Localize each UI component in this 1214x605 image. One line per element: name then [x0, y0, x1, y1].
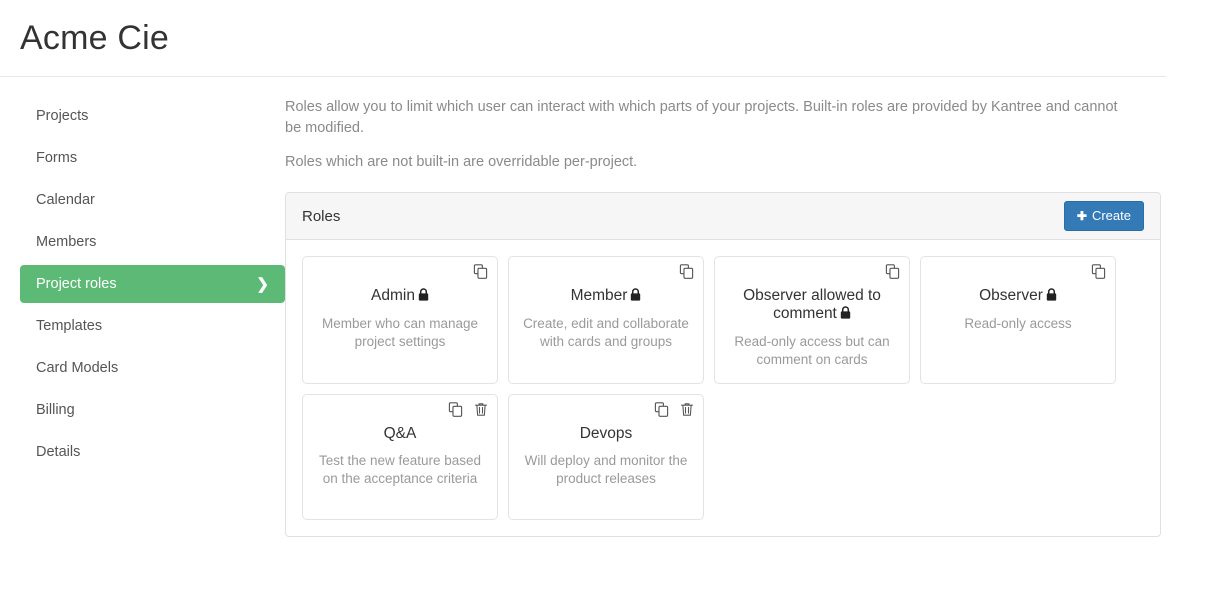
lock-icon	[630, 288, 641, 306]
roles-panel: Roles ✚ Create Admin Member who can manag…	[285, 192, 1161, 537]
role-card-description: Read-only access but can comment on card…	[734, 334, 890, 367]
plus-icon: ✚	[1076, 209, 1087, 223]
sidebar-item-label: Card Models	[36, 359, 119, 376]
lock-icon	[418, 288, 429, 306]
role-card-actions	[679, 264, 694, 279]
sidebar-item-label: Forms	[36, 149, 78, 166]
role-card-title: Observer	[935, 287, 1101, 306]
role-card[interactable]: Observer Read-only access	[920, 256, 1116, 384]
role-card-name: Admin	[371, 287, 415, 304]
role-card-actions	[448, 402, 488, 417]
sidebar-item-details[interactable]: Details❯	[20, 433, 285, 471]
intro-paragraph-1: Roles allow you to limit which user can …	[285, 99, 1118, 136]
role-card-name: Observer	[979, 287, 1043, 304]
copy-icon[interactable]	[1091, 264, 1106, 279]
role-card[interactable]: Member Create, edit and collaborate with …	[508, 256, 704, 384]
role-card-name: Member	[570, 287, 628, 304]
create-role-label: Create	[1091, 208, 1131, 224]
role-card-description: Member who can manage project settings	[321, 316, 479, 349]
role-card-title: Devops	[523, 425, 689, 443]
trash-icon[interactable]	[474, 402, 488, 417]
role-card-title: Q&A	[317, 425, 483, 443]
role-card[interactable]: Admin Member who can manage project setti…	[302, 256, 498, 384]
sidebar-item-label: Projects	[36, 107, 89, 124]
sidebar-item-label: Templates	[36, 317, 103, 334]
role-card[interactable]: Devops Will deploy and monitor the produc…	[508, 394, 704, 520]
chevron-right-icon: ❯	[256, 275, 269, 293]
sidebar-item-members[interactable]: Members❯	[20, 223, 285, 261]
sidebar-item-templates[interactable]: Templates❯	[20, 307, 285, 345]
roles-panel-title: Roles	[302, 207, 341, 225]
role-card[interactable]: Observer allowed to comment Read-only acc…	[714, 256, 910, 384]
role-card-title: Observer allowed to comment	[729, 287, 895, 324]
sidebar-item-projects[interactable]: Projects❯	[20, 97, 285, 135]
sidebar-nav: Projects❯Forms❯Calendar❯Members❯Project …	[0, 97, 285, 475]
page-title: Acme Cie	[20, 19, 169, 57]
sidebar-item-billing[interactable]: Billing❯	[20, 391, 285, 429]
sidebar-item-label: Details	[36, 443, 81, 460]
role-card-name: Q&A	[383, 425, 417, 442]
copy-icon[interactable]	[654, 402, 669, 417]
main-content: Roles allow you to limit which user can …	[285, 97, 1214, 537]
copy-icon[interactable]	[679, 264, 694, 279]
copy-icon[interactable]	[885, 264, 900, 279]
page-body: Projects❯Forms❯Calendar❯Members❯Project …	[0, 77, 1214, 537]
sidebar-item-label: Calendar	[36, 191, 95, 208]
copy-icon[interactable]	[448, 402, 463, 417]
sidebar-item-forms[interactable]: Forms❯	[20, 139, 285, 177]
role-card-name: Devops	[579, 425, 633, 442]
role-card[interactable]: Q&A Test the new feature based on the acc…	[302, 394, 498, 520]
role-card-description: Create, edit and collaborate with cards …	[523, 316, 689, 349]
sidebar-item-label: Members	[36, 233, 97, 250]
roles-panel-header: Roles ✚ Create	[286, 193, 1160, 240]
roles-card-grid: Admin Member who can manage project setti…	[286, 240, 1160, 536]
role-card-actions	[473, 264, 488, 279]
create-role-button[interactable]: ✚ Create	[1063, 201, 1144, 231]
lock-icon	[1046, 288, 1057, 306]
role-card-actions	[885, 264, 900, 279]
role-card-title: Member	[523, 287, 689, 306]
app-header: Acme Cie	[0, 0, 1166, 77]
role-card-description: Test the new feature based on the accept…	[318, 453, 482, 486]
sidebar-item-label: Project roles	[36, 275, 117, 292]
role-card-name: Observer allowed to comment	[743, 287, 881, 322]
sidebar-item-card-models[interactable]: Card Models❯	[20, 349, 285, 387]
role-card-actions	[654, 402, 694, 417]
trash-icon[interactable]	[680, 402, 694, 417]
role-card-description: Will deploy and monitor the product rele…	[524, 453, 688, 486]
sidebar-item-label: Billing	[36, 401, 75, 418]
role-card-title: Admin	[317, 287, 483, 306]
copy-icon[interactable]	[473, 264, 488, 279]
role-card-actions	[1091, 264, 1106, 279]
role-card-description: Read-only access	[964, 316, 1072, 331]
sidebar-item-project-roles[interactable]: Project roles ❯	[20, 265, 285, 303]
intro-paragraph-2: Roles which are not built-in are overrid…	[285, 154, 638, 170]
sidebar-item-calendar[interactable]: Calendar❯	[20, 181, 285, 219]
lock-icon	[840, 306, 851, 324]
